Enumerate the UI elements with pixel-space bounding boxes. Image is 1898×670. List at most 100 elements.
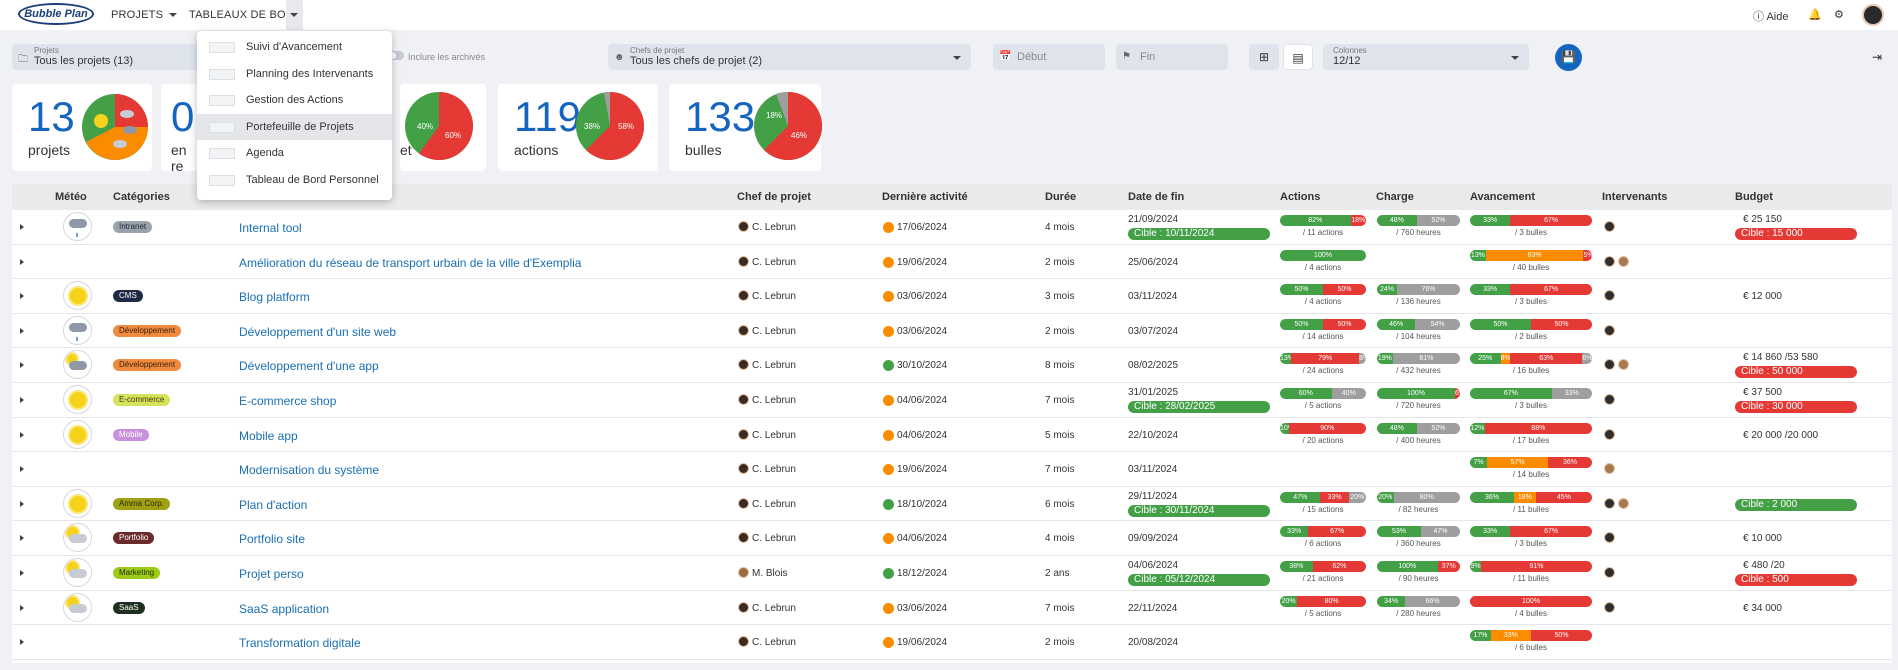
colonnes-select[interactable]: Colonnes 12/12	[1323, 44, 1529, 70]
fin-date-input[interactable]: ⚑ Fin	[1116, 44, 1228, 70]
col-intervenants[interactable]: Intervenants	[1602, 191, 1667, 203]
intervenant-avatar[interactable]	[1604, 497, 1615, 509]
category-badge[interactable]: Portfolio	[113, 532, 155, 545]
col-categories[interactable]: Catégories	[113, 191, 170, 203]
intervenant-avatar[interactable]	[1604, 532, 1615, 544]
intervenant-avatar[interactable]	[1604, 221, 1615, 232]
intervenant-avatar[interactable]	[1604, 394, 1615, 405]
table-row[interactable]: Amma Corp. Plan d'action C. Lebrun 18/10/20…	[12, 487, 1892, 522]
expand-row-icon[interactable]	[20, 397, 24, 403]
project-name-link[interactable]: SaaS application	[239, 602, 329, 616]
bubble-plan-logo[interactable]: Bubble Plan	[18, 3, 94, 25]
col-date-de-fin[interactable]: Date de fin	[1128, 191, 1184, 203]
col-duree[interactable]: Durée	[1045, 191, 1076, 203]
project-name-link[interactable]: Mobile app	[239, 429, 298, 443]
gear-icon[interactable]: ⚙	[1834, 8, 1844, 21]
debut-date-input[interactable]: 📅 Début	[993, 44, 1105, 70]
project-name-link[interactable]: Développement d'une app	[239, 359, 379, 373]
col-avancement[interactable]: Avancement	[1470, 191, 1535, 203]
tableaux-dropdown-toggle[interactable]	[286, 0, 303, 30]
intervenant-avatar[interactable]	[1618, 255, 1629, 267]
menu-item-planning-intervenants[interactable]: Planning des Intervenants	[197, 61, 392, 88]
activity-status-dot	[883, 395, 894, 406]
project-name-link[interactable]: Projet perso	[239, 567, 304, 581]
project-name-link[interactable]: Développement d'un site web	[239, 325, 396, 339]
date-cible-badge: Cible : 28/02/2025	[1128, 401, 1270, 413]
user-avatar[interactable]	[1862, 4, 1884, 26]
nav-projets[interactable]: PROJETS	[111, 9, 178, 21]
project-name-link[interactable]: Blog platform	[239, 290, 310, 304]
intervenant-avatar[interactable]	[1604, 567, 1615, 578]
expand-row-icon[interactable]	[20, 570, 24, 576]
intervenant-avatar[interactable]	[1604, 359, 1615, 371]
save-button[interactable]: 💾	[1555, 44, 1582, 71]
intervenant-avatar[interactable]	[1618, 359, 1629, 371]
table-row[interactable]: E-commerce E-commerce shop C. Lebrun 04/06/…	[12, 383, 1892, 418]
expand-row-icon[interactable]	[20, 431, 24, 438]
project-name-link[interactable]: Transformation digitale	[239, 636, 361, 650]
table-row[interactable]: SaaS SaaS application C. Lebrun 03/06/2024 7…	[12, 591, 1892, 626]
category-badge[interactable]: E-commerce	[113, 394, 171, 406]
col-budget[interactable]: Budget	[1735, 191, 1773, 203]
project-name-link[interactable]: Internal tool	[239, 221, 302, 235]
intervenant-avatar[interactable]	[1604, 290, 1615, 302]
table-row[interactable]: Amélioration du réseau de transport urba…	[12, 245, 1892, 280]
category-badge[interactable]: Intranet	[113, 221, 153, 233]
table-row[interactable]: Marketing Projet perso M. Blois 18/12/2024 2…	[12, 556, 1892, 591]
col-meteo[interactable]: Météo	[55, 191, 87, 203]
category-badge[interactable]: SaaS	[113, 601, 145, 614]
col-actions[interactable]: Actions	[1280, 191, 1320, 203]
intervenant-avatar[interactable]	[1604, 463, 1615, 475]
list-view-button[interactable]: ▤	[1283, 44, 1313, 70]
intervenant-avatar[interactable]	[1604, 428, 1615, 440]
expand-row-icon[interactable]	[20, 362, 24, 369]
col-chef-de-projet[interactable]: Chef de projet	[737, 191, 811, 203]
intervenant-avatar[interactable]	[1604, 255, 1615, 267]
bell-icon[interactable]: 🔔	[1808, 8, 1822, 21]
table-row[interactable]: Mobile Mobile app C. Lebrun 04/06/2024 5 moi…	[12, 418, 1892, 453]
col-charge[interactable]: Charge	[1376, 191, 1414, 203]
help-link[interactable]: ⓘ Aide	[1753, 8, 1788, 24]
table-row[interactable]: Portfolio Portfolio site C. Lebrun 04/06/20…	[12, 521, 1892, 556]
table-row[interactable]: Développement Développement d'une app C. L…	[12, 348, 1892, 383]
expand-row-icon[interactable]	[20, 258, 24, 265]
project-name-link[interactable]: Modernisation du système	[239, 463, 379, 477]
expand-row-icon[interactable]	[20, 500, 24, 507]
menu-item-agenda[interactable]: Agenda	[197, 140, 392, 167]
category-badge[interactable]: Mobile	[113, 428, 149, 441]
category-badge[interactable]: Amma Corp.	[113, 497, 170, 510]
dashboard-thumb-icon	[209, 121, 235, 133]
expand-row-icon[interactable]	[20, 604, 24, 611]
intervenant-avatar[interactable]	[1604, 601, 1615, 613]
col-derniere-activite[interactable]: Dernière activité	[882, 191, 968, 203]
chefs-filter[interactable]: ☻ Chefs de projet Tous les chefs de proj…	[608, 44, 971, 70]
menu-item-portefeuille-projets[interactable]: Portefeuille de Projets	[197, 113, 392, 140]
menu-item-tableau-personnel[interactable]: Tableau de Bord Personnel	[197, 167, 392, 194]
intervenant-avatar[interactable]	[1604, 324, 1615, 336]
charge-segment: 48%	[1377, 215, 1417, 226]
category-badge[interactable]: CMS	[113, 290, 143, 303]
intervenant-avatar[interactable]	[1618, 497, 1629, 509]
menu-item-gestion-actions[interactable]: Gestion des Actions	[197, 87, 392, 114]
expand-row-icon[interactable]	[20, 327, 24, 334]
expand-row-icon[interactable]	[20, 224, 24, 230]
expand-row-icon[interactable]	[20, 293, 24, 300]
table-view-button[interactable]: ⊞	[1249, 44, 1279, 70]
export-icon[interactable]: ⇥	[1872, 50, 1882, 64]
table-row[interactable]: CMS Blog platform C. Lebrun 03/06/2024 3 moi…	[12, 279, 1892, 314]
table-row[interactable]: Développement Développement d'un site web…	[12, 314, 1892, 349]
project-name-link[interactable]: E-commerce shop	[239, 394, 336, 408]
expand-row-icon[interactable]	[20, 466, 24, 473]
category-badge[interactable]: Marketing	[113, 567, 161, 579]
table-row[interactable]: Intranet Internal tool C. Lebrun 17/06/2024…	[12, 210, 1892, 245]
expand-row-icon[interactable]	[20, 535, 24, 542]
project-name-link[interactable]: Amélioration du réseau de transport urba…	[239, 256, 581, 270]
category-badge[interactable]: Développement	[113, 324, 182, 337]
project-name-link[interactable]: Portfolio site	[239, 532, 305, 546]
table-row[interactable]: Modernisation du système C. Lebrun 19/06/2…	[12, 452, 1892, 487]
menu-item-suivi-avancement[interactable]: Suivi d'Avancement	[197, 34, 392, 61]
category-badge[interactable]: Développement	[113, 359, 182, 372]
expand-row-icon[interactable]	[20, 639, 24, 646]
table-row[interactable]: Transformation digitale C. Lebrun 19/06/20…	[12, 625, 1892, 660]
project-name-link[interactable]: Plan d'action	[239, 498, 307, 512]
